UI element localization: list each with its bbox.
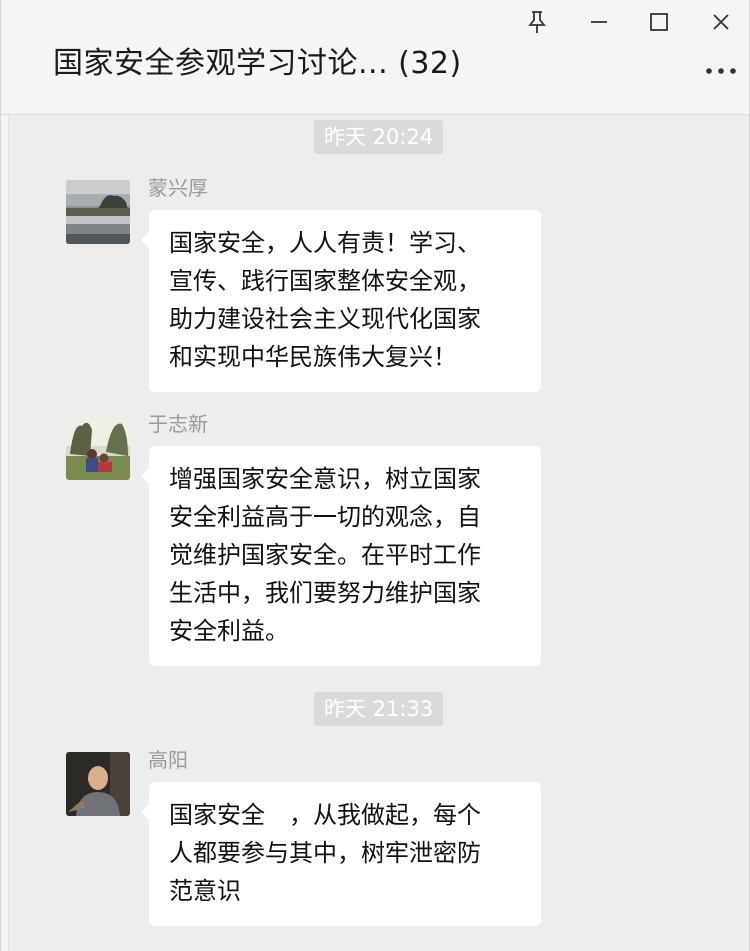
title-bar: 国家安全参观学习讨论... (32): [1, 0, 749, 115]
landscape-photo-avatar: [66, 180, 130, 244]
sender-name: 高阳: [148, 748, 188, 772]
avatar[interactable]: [66, 416, 130, 480]
message-text: 增强国家安全意识，树立国家 安全利益高于一切的观念，自 觉维护国家安全。在平时工…: [169, 465, 481, 645]
sender-name: 于志新: [148, 412, 208, 436]
message-text: 国家安全，人人有责！学习、 宣传、践行国家整体安全观， 助力建设社会主义现代化国…: [169, 229, 481, 371]
minimize-icon[interactable]: [581, 6, 617, 38]
chat-window: 国家安全参观学习讨论... (32) 昨天 20:24 蒙兴厚 国家安全，人人有…: [0, 0, 750, 951]
message-list[interactable]: 昨天 20:24 蒙兴厚 国家安全，人人有责！学习、 宣传、践行国家整体安全观，…: [9, 116, 749, 951]
time-separator: 昨天 21:33: [314, 692, 444, 726]
message-bubble[interactable]: 国家安全，人人有责！学习、 宣传、践行国家整体安全观， 助力建设社会主义现代化国…: [141, 210, 541, 392]
outdoor-people-photo-avatar: [66, 416, 130, 480]
message-text: 国家安全 ，从我做起，每个 人都要参与其中，树牢泄密防 范意识: [169, 801, 481, 905]
pin-icon[interactable]: [519, 6, 555, 38]
avatar[interactable]: [66, 752, 130, 816]
avatar[interactable]: [66, 180, 130, 244]
chat-title: 国家安全参观学习讨论... (32): [53, 46, 462, 81]
portrait-photo-avatar: [66, 752, 130, 816]
sender-name: 蒙兴厚: [148, 176, 208, 200]
time-separator: 昨天 20:24: [314, 120, 444, 154]
window-left-edge: [1, 115, 9, 951]
message-bubble[interactable]: 增强国家安全意识，树立国家 安全利益高于一切的观念，自 觉维护国家安全。在平时工…: [141, 446, 541, 666]
more-icon[interactable]: [701, 56, 741, 86]
maximize-icon[interactable]: [641, 6, 677, 38]
message-bubble[interactable]: 国家安全 ，从我做起，每个 人都要参与其中，树牢泄密防 范意识: [141, 782, 541, 926]
close-icon[interactable]: [703, 6, 739, 38]
